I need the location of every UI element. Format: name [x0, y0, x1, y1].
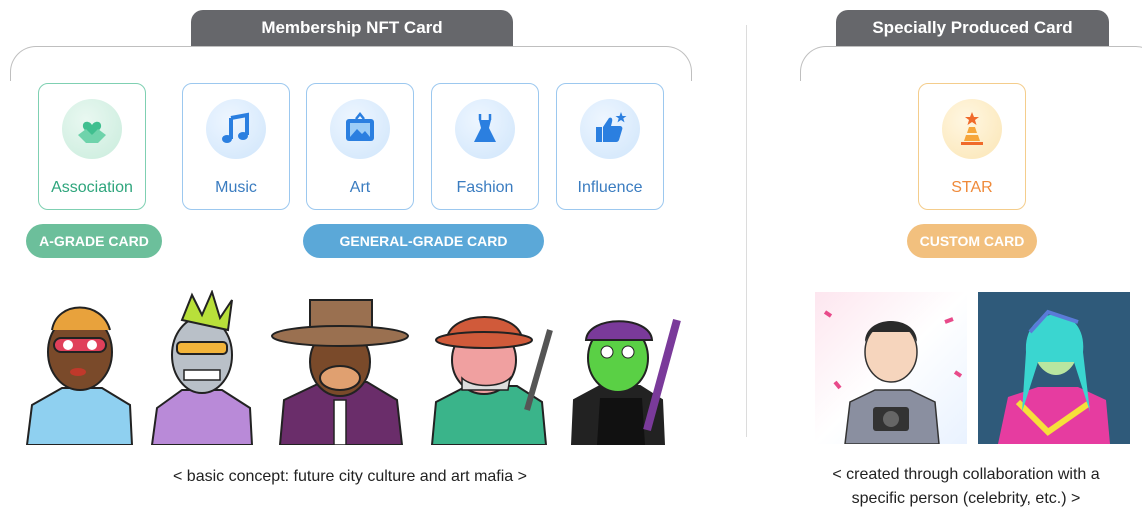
heart-hands-icon — [62, 99, 122, 159]
star-pyramid-icon — [942, 99, 1002, 159]
section-divider — [746, 25, 747, 437]
character-1-image — [25, 306, 134, 446]
card-influence[interactable]: Influence — [556, 83, 664, 210]
music-note-icon — [206, 99, 266, 159]
special-caption-line1: < created through collaboration with a — [832, 466, 1100, 483]
character-2-image — [150, 289, 254, 446]
card-label: Association — [51, 179, 133, 196]
special-tab: Specially Produced Card — [836, 10, 1109, 46]
card-fashion[interactable]: Fashion — [431, 83, 539, 210]
card-label: Music — [215, 179, 257, 196]
card-association[interactable]: Association — [38, 83, 146, 210]
custom-card-badge: CUSTOM CARD — [907, 224, 1037, 258]
card-label: STAR — [951, 179, 993, 196]
card-label: Fashion — [456, 179, 514, 196]
card-art[interactable]: Art — [306, 83, 414, 210]
picture-frame-icon — [330, 99, 390, 159]
card-star[interactable]: STAR — [918, 83, 1026, 210]
thumbs-up-star-icon — [580, 99, 640, 159]
special-bracket — [800, 46, 1142, 81]
general-grade-badge: GENERAL-GRADE CARD — [303, 224, 544, 258]
card-label: Art — [349, 179, 371, 196]
card-music[interactable]: Music — [182, 83, 290, 210]
celebrity-card-1-image — [815, 292, 967, 445]
card-label: Influence — [577, 179, 643, 196]
special-caption-line2: specific person (celebrity, etc.) > — [851, 490, 1081, 507]
character-illustrations — [22, 289, 702, 446]
character-5-image — [570, 318, 681, 446]
membership-tab: Membership NFT Card — [191, 10, 513, 46]
a-grade-badge: A-GRADE CARD — [26, 224, 162, 258]
character-4-image — [430, 316, 553, 446]
celebrity-card-2-image — [978, 292, 1130, 444]
character-3-image — [271, 299, 409, 446]
dress-icon — [455, 99, 515, 159]
membership-bracket — [10, 46, 692, 81]
membership-caption: < basic concept: future city culture and… — [173, 468, 527, 485]
